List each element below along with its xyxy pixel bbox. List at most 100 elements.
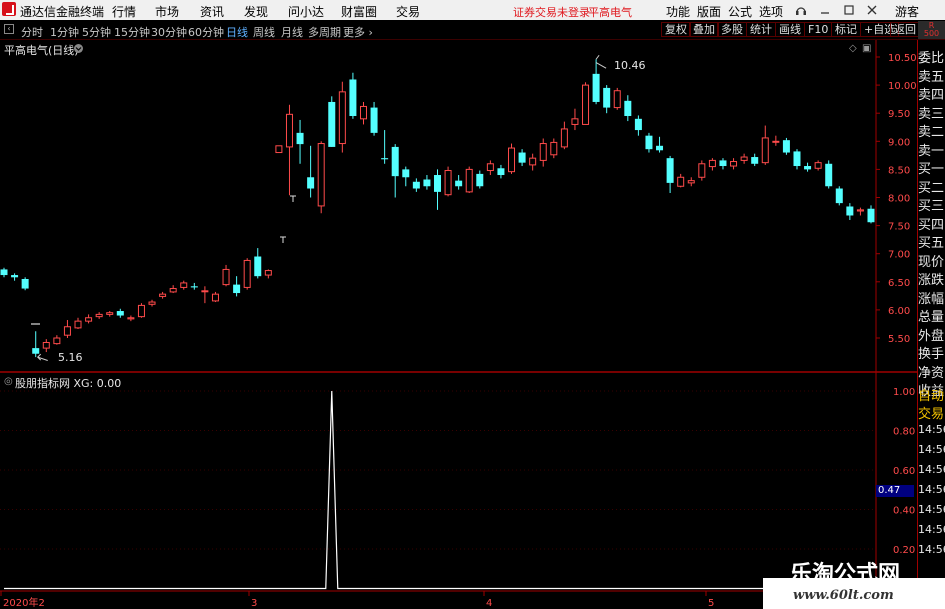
sidebar-item-10: 买五 (918, 236, 945, 251)
candle-body (243, 259, 251, 288)
sidebar-item-1: 卖五 (918, 69, 945, 85)
chart-options-icon[interactable] (73, 43, 84, 54)
headset-icon[interactable] (795, 4, 807, 16)
candle-body (592, 73, 600, 102)
candle-17 (180, 280, 188, 290)
menu-options[interactable]: 选项 (759, 3, 783, 20)
candle-body (42, 341, 50, 349)
draw-button[interactable]: 画线 (775, 22, 805, 37)
login-status[interactable]: 证券交易未登录 (513, 4, 590, 20)
menu-layout[interactable]: 版面 (697, 3, 721, 20)
candle-33 (349, 72, 357, 119)
maximize-icon[interactable] (843, 4, 855, 16)
candle-5 (53, 335, 61, 345)
candle-body (666, 158, 674, 183)
sidebar-extra-0[interactable]: 自动 (918, 385, 945, 404)
menu-ask[interactable]: 问小达 (288, 3, 324, 20)
sidebar-extra-1[interactable]: 交易 (918, 403, 945, 422)
stats-button[interactable]: 统计 (746, 22, 776, 37)
candle-body (571, 118, 579, 125)
candle-body (11, 275, 19, 278)
period-tab-realtime[interactable]: 分时 (21, 24, 43, 40)
candle-38 (402, 166, 410, 187)
candle-body (106, 312, 114, 315)
menu-function[interactable]: 功能 (666, 3, 690, 20)
candle-28 (296, 119, 304, 164)
candle-49 (518, 149, 526, 167)
corner-badge[interactable]: R 500 (918, 21, 945, 39)
candle-63 (666, 155, 674, 194)
candle-35 (370, 101, 378, 136)
candle-74 (782, 137, 790, 155)
menu-formula[interactable]: 公式 (728, 3, 752, 20)
candle-52 (550, 138, 558, 159)
period-tab-15min[interactable]: 15分钟 (114, 24, 150, 40)
menu-trade[interactable]: 交易 (396, 3, 420, 20)
menu-quotes[interactable]: 行情 (112, 3, 136, 20)
diamond-icon[interactable]: ◇ (849, 43, 857, 54)
watermark-title: 乐淘公式网 (790, 562, 901, 587)
sidebar-item-9: 买四 (918, 217, 945, 233)
indicator-title: 股朋指标网 XG: 0.00 (15, 377, 122, 390)
candle-body (211, 293, 219, 302)
candle-body (391, 146, 399, 177)
rehab-button[interactable]: 复权 (661, 22, 691, 37)
collapse-left-icon[interactable]: ‹ (4, 24, 14, 34)
indicator-options-icon[interactable]: ◎ (4, 376, 13, 387)
candle-66 (698, 160, 706, 181)
sidebar-item-0: 委比 (918, 51, 945, 66)
period-tab-30min[interactable]: 30分钟 (151, 24, 187, 40)
candle-31 (328, 96, 336, 147)
candle-body (32, 348, 40, 354)
candle-body (127, 317, 135, 320)
candle-41 (434, 169, 441, 210)
candle-body (85, 317, 93, 322)
trade-time-2: 14:56 (918, 463, 945, 476)
overlay-button[interactable]: 叠加 (689, 22, 719, 37)
candle-58 (613, 87, 621, 110)
menu-discover[interactable]: 发现 (244, 3, 268, 20)
menu-news[interactable]: 资讯 (200, 3, 224, 20)
date-label-2: 4 (486, 598, 492, 609)
period-tab-daily[interactable]: 日线 (226, 24, 248, 40)
candle-32 (338, 81, 346, 153)
period-tab-multi[interactable]: 多周期 (308, 24, 341, 40)
candle-body (275, 145, 283, 154)
period-tab-5min[interactable]: 5分钟 (82, 24, 111, 40)
mark-button[interactable]: 标记 (831, 22, 861, 37)
price-tick-label-4: 8.50 (888, 165, 910, 176)
candle-body (508, 147, 516, 173)
period-tab-60min[interactable]: 60分钟 (188, 24, 224, 40)
close-icon[interactable] (866, 4, 878, 16)
candle-78 (825, 160, 833, 189)
period-tab-more[interactable]: 更多 › (343, 24, 373, 40)
user-label[interactable]: 游客 (895, 3, 919, 20)
trade-time-0: 14:56 (918, 423, 945, 436)
app-logo-icon (2, 2, 16, 16)
expand-icon[interactable]: ▣ (862, 43, 871, 54)
period-tab-1min[interactable]: 1分钟 (50, 24, 79, 40)
back-button[interactable]: 返回 (890, 22, 920, 37)
candle-body (455, 180, 463, 187)
candle-body (381, 158, 389, 160)
menu-wealth[interactable]: 财富圈 (341, 3, 377, 20)
candle-50 (529, 153, 537, 171)
candle-body (708, 159, 716, 168)
candle-42 (444, 166, 452, 197)
sidebar-item-2: 卖四 (918, 88, 945, 103)
period-tab-weekly[interactable]: 周线 (253, 24, 275, 40)
candle-77 (814, 160, 822, 171)
candle-27 (285, 104, 293, 196)
candle-37 (391, 144, 399, 198)
chart-area[interactable]: 10.50 10.00 9.50 9.00 8.50 8.00 7.50 7.00 6.50 6.… (0, 40, 945, 609)
menu-market[interactable]: 市场 (155, 3, 179, 20)
candle-64 (677, 173, 685, 188)
f10-button[interactable]: F10 (804, 22, 833, 37)
candle-body (201, 290, 209, 293)
candle-body (867, 208, 875, 223)
minimize-icon[interactable] (819, 4, 831, 16)
candle-75 (793, 149, 801, 170)
price-tick-label-5: 8.00 (888, 194, 910, 205)
multi-stock-button[interactable]: 多股 (717, 22, 747, 37)
period-tab-monthly[interactable]: 月线 (281, 24, 303, 40)
